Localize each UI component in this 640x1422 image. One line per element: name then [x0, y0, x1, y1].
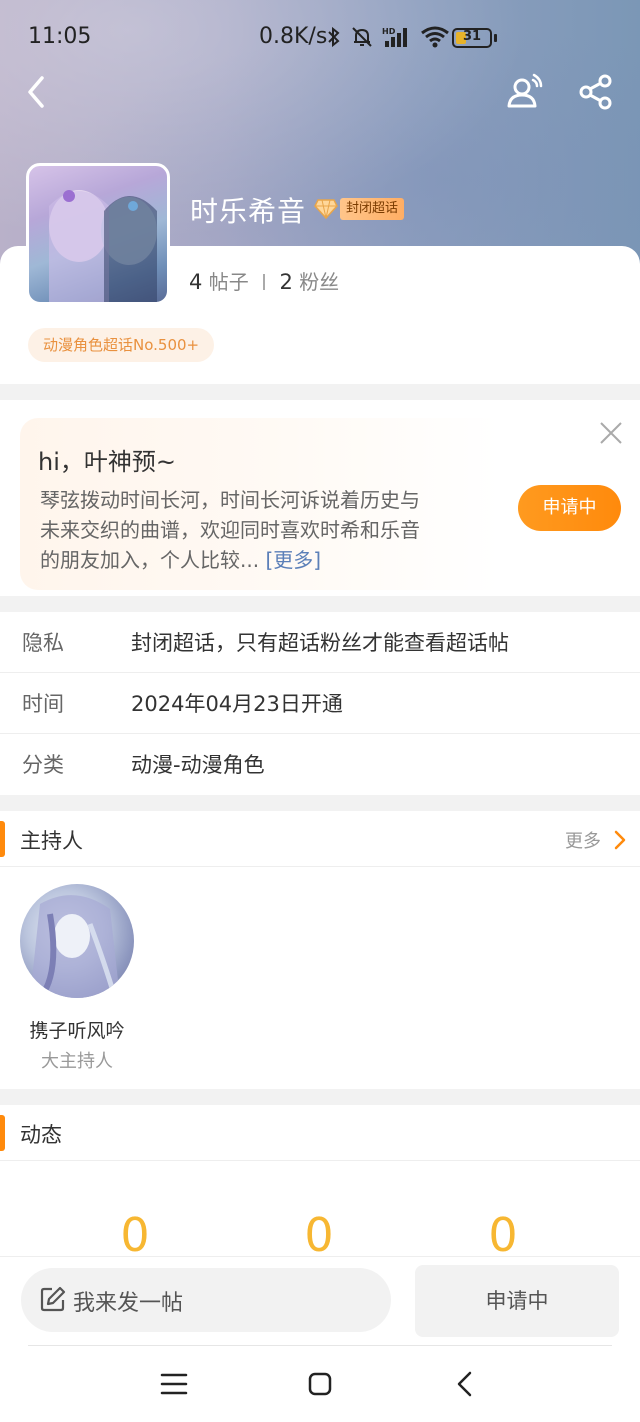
fans-label: 粉丝 [299, 270, 340, 294]
back-chevron-icon[interactable] [18, 72, 58, 112]
status-time: 11:05 [28, 24, 92, 49]
more-link[interactable]: [更多] [265, 548, 321, 572]
stats-divider [263, 274, 266, 290]
apply-button[interactable]: 申请中 [518, 485, 621, 531]
divider [0, 596, 640, 612]
mute-bell-icon [352, 27, 372, 47]
share-icon[interactable] [576, 72, 616, 112]
host-section-title: 主持人 [20, 829, 83, 853]
info-label: 分类 [22, 753, 64, 777]
welcome-greeting: hi，叶神预~ [38, 448, 176, 476]
host-avatar-art [30, 895, 120, 998]
divider [0, 795, 640, 811]
info-value: 封闭超话，只有超话粉丝才能查看超话帖 [131, 631, 509, 655]
battery-tip [494, 34, 497, 42]
posts-label: 帖子 [208, 270, 249, 294]
battery-icon: 31 [452, 28, 492, 48]
welcome-description: 琴弦拨动时间长河，时间长河诉说着历史与未来交织的曲谱，欢迎同时喜欢时希和乐音的朋… [40, 485, 420, 575]
host-section-header: 主持人 更多 [0, 811, 640, 867]
welcome-description-text: 琴弦拨动时间长河，时间长河诉说着历史与未来交织的曲谱，欢迎同时喜欢时希和乐音的朋… [40, 488, 420, 572]
info-label: 时间 [22, 692, 64, 716]
topic-stats: 4 帖子 2 粉丝 [189, 266, 339, 295]
topic-avatar[interactable] [26, 163, 170, 305]
info-row-privacy: 隐私 封闭超话，只有超话粉丝才能查看超话帖 [0, 612, 640, 673]
close-icon[interactable] [598, 420, 624, 446]
info-label: 隐私 [22, 631, 64, 655]
back-icon[interactable] [448, 1366, 484, 1402]
activity-section-header: 动态 [0, 1105, 640, 1161]
divider [28, 1345, 612, 1346]
activity-count: 0 [120, 1208, 150, 1262]
section-accent-bar [0, 821, 5, 857]
host-more-link[interactable]: 更多 [565, 827, 601, 853]
closed-topic-badge: 封闭超话 [340, 198, 405, 220]
chevron-right-icon[interactable] [612, 830, 628, 850]
activity-count: 0 [488, 1208, 518, 1262]
write-post-label[interactable]: 我来发一帖 [73, 1285, 183, 1317]
info-value: 2024年04月23日开通 [131, 692, 343, 716]
activity-section-title: 动态 [20, 1123, 62, 1147]
diamond-icon [314, 199, 338, 220]
activity-count: 0 [304, 1208, 334, 1262]
section-accent-bar [0, 1115, 5, 1151]
menu-icon[interactable] [156, 1366, 192, 1402]
posts-count: 4 [189, 270, 203, 294]
info-row-time: 时间 2024年04月23日开通 [0, 673, 640, 734]
divider [0, 384, 640, 400]
fans-count: 2 [279, 270, 293, 294]
applying-button[interactable]: 申请中 [415, 1265, 619, 1337]
host-name[interactable]: 携子听风吟 [0, 1016, 154, 1043]
wifi-icon [421, 26, 449, 48]
host-role: 大主持人 [41, 1051, 113, 1072]
hd-signal-icon: HD [382, 27, 407, 47]
host-avatar[interactable] [20, 884, 134, 998]
bluetooth-icon [328, 26, 340, 48]
status-bar: 11:05 0.8K/s HD 31 [0, 0, 640, 76]
user-signal-icon[interactable] [504, 70, 548, 114]
info-value: 动漫-动漫角色 [131, 753, 265, 777]
topic-title: 时乐希音 [190, 195, 307, 228]
rank-tag[interactable]: 动漫角色超话No.500+ [28, 328, 215, 362]
home-icon[interactable] [302, 1366, 338, 1402]
svg-text:HD: HD [382, 27, 396, 36]
net-speed: 0.8K/s [259, 24, 328, 49]
avatar-art [49, 190, 157, 302]
divider [0, 1089, 640, 1105]
battery-text: 31 [462, 29, 482, 44]
info-row-category: 分类 动漫-动漫角色 [0, 734, 640, 795]
edit-icon[interactable] [40, 1286, 66, 1312]
